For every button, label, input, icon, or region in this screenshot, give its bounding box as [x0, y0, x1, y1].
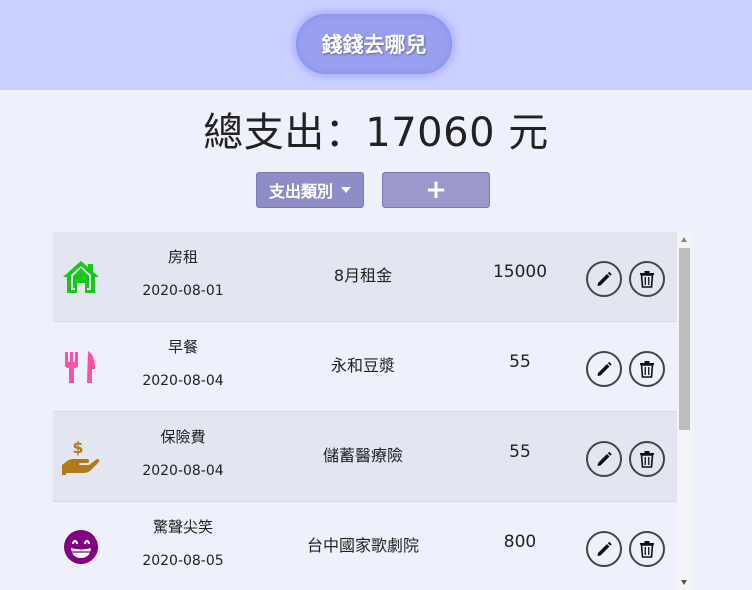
add-expense-button[interactable]: + [382, 172, 490, 208]
expense-date: 2020-08-04 [142, 373, 224, 389]
trash-icon [640, 361, 654, 378]
trash-icon [640, 271, 654, 288]
expense-description: 8月租金 [333, 266, 393, 285]
total-value: 17060 [365, 110, 496, 156]
edit-button[interactable] [586, 351, 622, 387]
expense-name: 驚聲尖笑 [152, 518, 213, 536]
category-dropdown-button[interactable]: 支出類別 [256, 172, 364, 208]
expense-date: 2020-08-04 [142, 463, 224, 479]
expense-description: 儲蓄醫療險 [322, 446, 403, 465]
delete-button[interactable] [629, 261, 665, 297]
svg-text:$: $ [72, 438, 83, 457]
trash-icon [640, 451, 654, 468]
scroll-thumb[interactable] [679, 248, 690, 430]
pencil-icon [597, 271, 612, 286]
pencil-icon [597, 541, 612, 556]
delete-button[interactable] [629, 351, 665, 387]
total-label: 總支出： [203, 110, 366, 156]
expense-name: 保險費 [160, 428, 206, 446]
pencil-icon [597, 361, 612, 376]
expense-date: 2020-08-05 [142, 553, 224, 569]
delete-button[interactable] [629, 531, 665, 567]
expense-description: 永和豆漿 [330, 356, 395, 375]
expense-row: 房租 2020-08-01 8月租金 15000 [53, 232, 677, 322]
controls-bar: 支出類別 + [0, 172, 752, 208]
expense-date: 2020-08-01 [142, 283, 224, 299]
scroll-down-icon[interactable] [681, 580, 687, 585]
app-header: 錢錢去哪兒 [0, 0, 752, 90]
expense-row: 驚聲尖笑 2020-08-05 台中國家歌劇院 800 [53, 502, 677, 590]
app-title: 錢錢去哪兒 [296, 14, 452, 74]
edit-button[interactable] [586, 441, 622, 477]
grin-face-icon [64, 530, 98, 564]
hand-money-icon: $ [62, 438, 100, 475]
expense-amount: 55 [509, 352, 531, 372]
expense-row: 早餐 2020-08-04 永和豆漿 55 [53, 322, 677, 412]
expense-name: 早餐 [167, 338, 198, 356]
edit-button[interactable] [586, 531, 622, 567]
expense-amount: 800 [503, 532, 537, 552]
total-expense: 總支出：17060 元 [0, 100, 752, 158]
total-currency: 元 [495, 110, 549, 156]
expense-amount: 15000 [492, 262, 548, 282]
home-icon [63, 261, 99, 293]
expense-description: 台中國家歌劇院 [306, 536, 419, 555]
delete-button[interactable] [629, 441, 665, 477]
utensils-icon [65, 351, 95, 383]
expense-amount: 55 [509, 442, 531, 462]
expense-row: $ 保險費 2020-08-04 儲蓄醫療險 55 [53, 412, 677, 502]
caret-down-icon [341, 187, 351, 193]
pencil-icon [597, 451, 612, 466]
category-dropdown-label: 支出類別 [268, 182, 333, 201]
scroll-up-icon[interactable] [681, 237, 687, 242]
expense-list: 房租 2020-08-01 8月租金 15000 早餐 2020-08-04 永… [53, 232, 677, 590]
expense-name: 房租 [167, 248, 198, 266]
edit-button[interactable] [586, 261, 622, 297]
add-expense-label: + [425, 175, 447, 205]
trash-icon [640, 541, 654, 558]
list-scrollbar[interactable] [677, 232, 692, 590]
